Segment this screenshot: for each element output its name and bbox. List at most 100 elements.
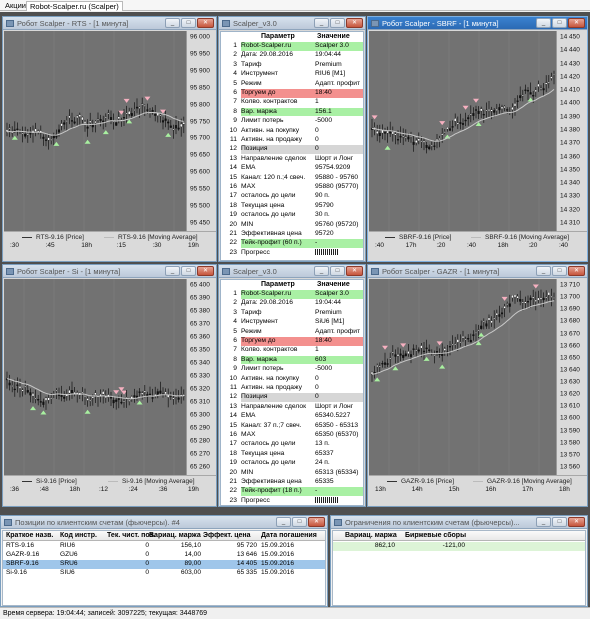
col-short-name[interactable]: Краткое назв. bbox=[6, 532, 62, 539]
minimize-button[interactable]: _ bbox=[536, 517, 551, 527]
param-row[interactable]: 7 Колво. контрактов 1 bbox=[221, 98, 363, 107]
tab-robot-scalper[interactable]: Robot-Scalper.ru (Scalper) bbox=[26, 1, 123, 11]
maximize-button[interactable]: □ bbox=[181, 266, 196, 276]
param-row[interactable]: 9 Лимит потерь -5000 bbox=[221, 117, 363, 126]
param-row[interactable]: 14 EMA 95754.9209 bbox=[221, 164, 363, 173]
col-exchange-fees[interactable]: Биржевые сборы bbox=[405, 532, 475, 539]
param-row[interactable]: 17 осталось до цели 90 п. bbox=[221, 192, 363, 201]
col-variation-margin[interactable]: Вариац. маржа bbox=[345, 532, 403, 539]
chart-window-sbrf[interactable]: Робот Scalper - SBRF - [1 минута] _ □ ✕ 14 … bbox=[367, 16, 588, 262]
maximize-button[interactable]: □ bbox=[552, 266, 567, 276]
param-row[interactable]: 11 Активн. на продажу 0 bbox=[221, 136, 363, 145]
param-row[interactable]: 20 MIN 65313 (65334) bbox=[221, 469, 363, 478]
minimize-button[interactable]: _ bbox=[165, 266, 180, 276]
maximize-button[interactable]: □ bbox=[552, 517, 567, 527]
info-window-si[interactable]: Scalper_v3.0 _ □ ✕ Параметр Значение 1 Robot-… bbox=[218, 264, 366, 507]
close-button[interactable]: ✕ bbox=[346, 266, 363, 276]
chart-window-si[interactable]: Робот Scalper - Si - [1 минута] _ □ ✕ 65 40… bbox=[2, 264, 217, 507]
param-row[interactable]: 23 Прогресс bbox=[221, 496, 363, 506]
param-row[interactable]: 16 MAX 95880 (95770) bbox=[221, 183, 363, 192]
param-row[interactable]: 23 Прогресс bbox=[221, 248, 363, 258]
positions-window[interactable]: Позиции по клиентским счетам (фьючерсы).… bbox=[0, 515, 328, 607]
title-bar[interactable]: Робот Scalper - GAZR - [1 минута] _ □ ✕ bbox=[368, 265, 587, 278]
title-bar[interactable]: Ограничения по клиентским счетам (фьючер… bbox=[331, 516, 587, 529]
limits-window[interactable]: Ограничения по клиентским счетам (фьючер… bbox=[330, 515, 588, 607]
info-window-rts[interactable]: Scalper_v3.0 _ □ ✕ Параметр Значение 1 Robot-… bbox=[218, 16, 366, 262]
title-bar[interactable]: Scalper_v3.0 _ □ ✕ bbox=[219, 265, 365, 278]
param-row[interactable]: 3 Тариф Premium bbox=[221, 309, 363, 318]
param-row[interactable]: 15 Канал: 120 п.;4 свеч. 95880 - 95760 bbox=[221, 174, 363, 183]
close-button[interactable]: ✕ bbox=[568, 18, 585, 28]
param-row[interactable]: 2 Дата: 29.08.2016 19:04:44 bbox=[221, 51, 363, 60]
title-bar[interactable]: Позиции по клиентским счетам (фьючерсы).… bbox=[1, 516, 327, 529]
chart-window-gazr[interactable]: Робот Scalper - GAZR - [1 минута] _ □ ✕ 13 … bbox=[367, 264, 588, 507]
param-row[interactable]: 10 Активн. на покупку 0 bbox=[221, 127, 363, 136]
param-row[interactable]: 9 Лимит потерь -5000 bbox=[221, 365, 363, 374]
limits-table[interactable]: Вариац. маржа Биржевые сборы 862,10 -121… bbox=[332, 530, 586, 606]
minimize-button[interactable]: _ bbox=[276, 517, 291, 527]
param-row[interactable]: 19 осталось до цели 30 п. bbox=[221, 211, 363, 220]
param-row[interactable]: 11 Активн. на продажу 0 bbox=[221, 384, 363, 393]
close-button[interactable]: ✕ bbox=[197, 266, 214, 276]
table-row[interactable]: SBRF-9.16 SRU6 0 89,00 14 405 15.09.2016 bbox=[3, 560, 325, 569]
tab-stocks[interactable]: Акции bbox=[2, 1, 29, 11]
minimize-button[interactable]: _ bbox=[314, 266, 329, 276]
maximize-button[interactable]: □ bbox=[330, 266, 345, 276]
title-bar[interactable]: Робот Scalper - Si - [1 минута] _ □ ✕ bbox=[3, 265, 216, 278]
param-row[interactable]: 21 Эффективная цена 65335 bbox=[221, 478, 363, 487]
param-row[interactable]: 21 Эффективная цена 95720 bbox=[221, 230, 363, 239]
maximize-button[interactable]: □ bbox=[330, 18, 345, 28]
minimize-button[interactable]: _ bbox=[536, 18, 551, 28]
chart-window-rts[interactable]: Робот Scalper - RTS - [1 минута] _ □ ✕ 96 0… bbox=[2, 16, 217, 262]
param-row[interactable]: 15 Канал: 37 п.;7 свеч. 65350 - 65313 bbox=[221, 422, 363, 431]
table-row[interactable]: GAZR-9.16 GZU6 0 14,00 13 646 15.09.2016 bbox=[3, 551, 325, 560]
title-bar[interactable]: Робот Scalper - SBRF - [1 минута] _ □ ✕ bbox=[368, 17, 587, 30]
param-row[interactable]: 1 Robot-Scalper.ru Scalper 3.0 bbox=[221, 42, 363, 51]
col-variation-margin[interactable]: Вариац. маржа bbox=[149, 532, 205, 539]
param-row[interactable]: 2 Дата: 29.08.2016 19:04:44 bbox=[221, 299, 363, 308]
param-row[interactable]: 12 Позиция 0 bbox=[221, 145, 363, 154]
param-row[interactable]: 13 Направление сделок Шорт и Лонг bbox=[221, 155, 363, 164]
close-button[interactable]: ✕ bbox=[346, 18, 363, 28]
price-plot[interactable] bbox=[4, 279, 186, 475]
title-bar[interactable]: Scalper_v3.0 _ □ ✕ bbox=[219, 17, 365, 30]
param-row[interactable]: 3 Тариф Premium bbox=[221, 61, 363, 70]
param-row[interactable]: 8 Вар. маржа 603 bbox=[221, 355, 363, 365]
positions-table[interactable]: Краткое назв. Код инстр. Тек. чист. поз.… bbox=[2, 530, 326, 606]
title-bar[interactable]: Робот Scalper - RTS - [1 минута] _ □ ✕ bbox=[3, 17, 216, 30]
table-row[interactable]: Si-9.16 SIU6 0 603,00 65 335 15.09.2016 bbox=[3, 569, 325, 578]
maximize-button[interactable]: □ bbox=[292, 517, 307, 527]
param-row[interactable]: 18 Текущая цена 95790 bbox=[221, 202, 363, 211]
param-row[interactable]: 16 MAX 65350 (65370) bbox=[221, 431, 363, 440]
maximize-button[interactable]: □ bbox=[552, 18, 567, 28]
param-row[interactable]: 6 Торгуем до 18:40 bbox=[221, 337, 363, 346]
param-row[interactable]: 6 Торгуем до 18:40 bbox=[221, 89, 363, 98]
col-expiry-date[interactable]: Дата погашения bbox=[261, 532, 325, 539]
price-plot[interactable] bbox=[4, 31, 186, 231]
param-row[interactable]: 5 Режим Адапт. профит bbox=[221, 80, 363, 89]
param-row[interactable]: 7 Колво. контрактов 1 bbox=[221, 346, 363, 355]
param-row[interactable]: 20 MIN 95760 (95720) bbox=[221, 221, 363, 230]
param-row[interactable]: 22 Тейк-профит (18 п.) - bbox=[221, 487, 363, 496]
col-instrument-code[interactable]: Код инстр. bbox=[60, 532, 110, 539]
param-row[interactable]: 18 Текущая цена 65337 bbox=[221, 450, 363, 459]
param-row[interactable]: 13 Направление сделок Шорт и Лонг bbox=[221, 403, 363, 412]
close-button[interactable]: ✕ bbox=[197, 18, 214, 28]
maximize-button[interactable]: □ bbox=[181, 18, 196, 28]
param-row[interactable]: 22 Тейк-профит (60 п.) - bbox=[221, 239, 363, 248]
close-button[interactable]: ✕ bbox=[568, 517, 585, 527]
col-effective-price[interactable]: Эффект. цена bbox=[203, 532, 259, 539]
param-row[interactable]: 12 Позиция 0 bbox=[221, 393, 363, 402]
close-button[interactable]: ✕ bbox=[308, 517, 325, 527]
param-row[interactable]: 14 EMA 65340.5227 bbox=[221, 412, 363, 421]
param-row[interactable]: 17 осталось до цели 13 п. bbox=[221, 440, 363, 449]
minimize-button[interactable]: _ bbox=[165, 18, 180, 28]
price-plot[interactable] bbox=[369, 31, 556, 231]
param-row[interactable]: 1 Robot-Scalper.ru Scalper 3.0 bbox=[221, 290, 363, 299]
price-plot[interactable] bbox=[369, 279, 556, 475]
param-row[interactable]: 4 Инструмент RIU6 [M1] bbox=[221, 70, 363, 79]
table-row[interactable]: 862,10 -121,00 bbox=[333, 542, 585, 551]
param-row[interactable]: 8 Вар. маржа 156.1 bbox=[221, 107, 363, 117]
close-button[interactable]: ✕ bbox=[568, 266, 585, 276]
param-row[interactable]: 19 осталось до цели 24 п. bbox=[221, 459, 363, 468]
